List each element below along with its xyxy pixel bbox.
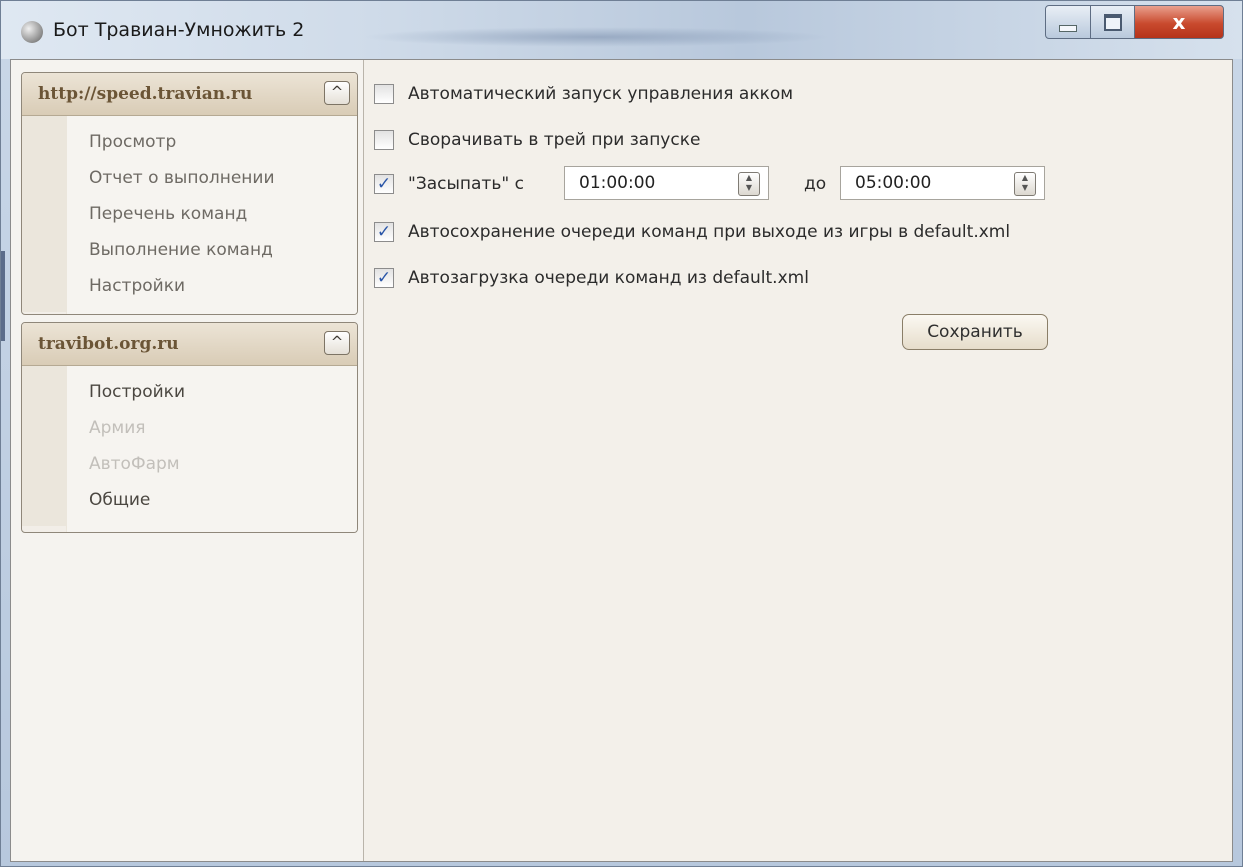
panel-title: travibot.org.ru — [38, 334, 179, 354]
minimize-tray-checkbox[interactable] — [374, 130, 394, 150]
sleep-to-spinner[interactable]: ▲ ▼ — [1014, 172, 1036, 196]
client-area: http://speed.travian.ru ^ Просмотр Отчет… — [10, 59, 1233, 862]
checkmark-icon: ✓ — [376, 222, 392, 242]
panel-speed-travian: http://speed.travian.ru ^ Просмотр Отчет… — [21, 72, 358, 315]
minimize-button[interactable] — [1045, 5, 1091, 39]
auto-start-row[interactable]: Автоматический запуск управления акком — [374, 80, 793, 108]
save-button[interactable]: Сохранить — [902, 314, 1048, 350]
sleep-from-time-input[interactable]: 01:00:00 ▲ ▼ — [564, 166, 769, 200]
sidebar: http://speed.travian.ru ^ Просмотр Отчет… — [11, 60, 364, 861]
panel-title: http://speed.travian.ru — [38, 84, 253, 104]
sleep-to-time-input[interactable]: 05:00:00 ▲ ▼ — [840, 166, 1045, 200]
sidebar-item-settings[interactable]: Настройки — [67, 268, 357, 304]
autoload-row[interactable]: ✓ Автозагрузка очереди команд из default… — [374, 264, 809, 292]
minimize-tray-row[interactable]: Сворачивать в трей при запуске — [374, 126, 700, 154]
chevron-up-icon: ^ — [330, 83, 344, 101]
checkmark-icon: ✓ — [376, 268, 392, 288]
settings-pane: Автоматический запуск управления акком С… — [364, 60, 1232, 861]
title-bar[interactable]: Бот Травиан-Умножить 2 x — [1, 1, 1242, 59]
minimize-icon — [1059, 24, 1077, 32]
panel-header[interactable]: http://speed.travian.ru ^ — [22, 73, 357, 116]
sidebar-item-view[interactable]: Просмотр — [67, 124, 357, 160]
sidebar-item-autofarm: АвтоФарм — [89, 454, 180, 474]
panel-items: Просмотр Отчет о выполнении Перечень ком… — [66, 116, 357, 314]
sleep-from-value: 01:00:00 — [579, 173, 656, 193]
minimize-tray-label: Сворачивать в трей при запуске — [408, 130, 701, 150]
close-button[interactable]: x — [1134, 5, 1224, 39]
sidebar-item-command-list[interactable]: Перечень команд — [67, 196, 357, 232]
panel-travibot: travibot.org.ru ^ Постройки Армия АвтоФа… — [21, 322, 358, 533]
sleep-to-label: до — [804, 174, 827, 194]
sleep-label: "Засыпать" с — [408, 174, 524, 194]
autosave-row[interactable]: ✓ Автосохранение очереди команд при выхо… — [374, 218, 1010, 246]
checkmark-icon: ✓ — [376, 174, 392, 194]
auto-start-label: Автоматический запуск управления акком — [408, 84, 794, 104]
collapse-button[interactable]: ^ — [324, 331, 350, 355]
sidebar-item-command-exec[interactable]: Выполнение команд — [67, 232, 357, 268]
sleep-row[interactable]: ✓ "Засыпать" с — [374, 170, 524, 198]
panel-items: Постройки Армия АвтоФарм Общие — [66, 366, 357, 532]
autoload-label: Автозагрузка очереди команд из default.x… — [408, 268, 809, 288]
window-title: Бот Травиан-Умножить 2 — [53, 19, 305, 41]
autosave-checkbox[interactable]: ✓ — [374, 222, 394, 242]
panel-strip — [22, 116, 66, 312]
window-left-edge — [1, 251, 5, 341]
sidebar-item-army: Армия — [89, 418, 146, 438]
close-icon: x — [1172, 10, 1186, 34]
sidebar-item-buildings[interactable]: Постройки — [67, 374, 357, 410]
autoload-checkbox[interactable]: ✓ — [374, 268, 394, 288]
panel-strip — [22, 366, 66, 526]
auto-start-checkbox[interactable] — [374, 84, 394, 104]
panel-header[interactable]: travibot.org.ru ^ — [22, 323, 357, 366]
sleep-to-value: 05:00:00 — [855, 173, 932, 193]
sidebar-item-report[interactable]: Отчет о выполнении — [67, 160, 357, 196]
sleep-from-spinner[interactable]: ▲ ▼ — [738, 172, 760, 196]
maximize-button[interactable] — [1090, 5, 1135, 39]
app-helmet-icon — [21, 21, 43, 43]
autosave-label: Автосохранение очереди команд при выходе… — [408, 222, 1011, 242]
chevron-up-icon: ^ — [330, 333, 344, 351]
sleep-checkbox[interactable]: ✓ — [374, 174, 394, 194]
title-bar-glow — [361, 27, 831, 47]
sidebar-item-general[interactable]: Общие — [67, 482, 357, 518]
maximize-icon — [1103, 13, 1122, 31]
collapse-button[interactable]: ^ — [324, 81, 350, 105]
app-window: Бот Травиан-Умножить 2 x http://speed.tr… — [0, 0, 1243, 867]
